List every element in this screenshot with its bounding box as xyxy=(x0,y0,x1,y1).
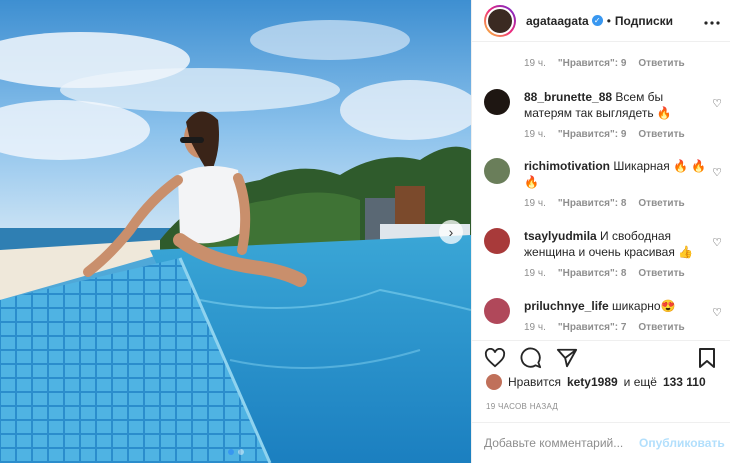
commenter-username[interactable]: priluсhnye_life xyxy=(524,299,609,313)
comment-likes-count[interactable]: "Нравится": 9 xyxy=(558,58,627,69)
comment-item: 88_brunette_88 Всем бы матерям так выгля… xyxy=(484,89,730,140)
author-avatar[interactable] xyxy=(484,4,516,37)
commenter-username[interactable]: richimotivation xyxy=(524,159,610,173)
comment-text: Шикарная xyxy=(613,159,670,173)
comment-likes-count[interactable]: "Нравится": 8 xyxy=(558,268,627,279)
commenter-avatar[interactable] xyxy=(484,89,510,115)
comment-time: 19 ч. xyxy=(524,322,546,333)
bookmark-icon[interactable] xyxy=(696,347,718,369)
commenter-avatar[interactable] xyxy=(484,298,510,324)
thumbs-up-emoji: 👍 xyxy=(678,245,694,259)
fire-emoji: 🔥 xyxy=(656,106,672,120)
comment-body: richimotivation Шикарная 🔥 🔥 🔥 xyxy=(524,158,712,190)
comments-list[interactable]: 19 ч. "Нравится": 9 Ответить 88_brunette… xyxy=(472,42,730,340)
commenter-username[interactable]: 88_brunette_88 xyxy=(524,90,612,104)
comment-likes-count[interactable]: "Нравится": 9 xyxy=(558,129,627,140)
carousel-dot-active xyxy=(227,449,234,455)
reply-button[interactable]: Ответить xyxy=(638,58,684,69)
comment-time: 19 ч. xyxy=(524,268,546,279)
reply-button[interactable]: Ответить xyxy=(638,322,684,333)
likes-count[interactable]: 133 110 xyxy=(663,375,706,389)
comment-meta: 19 ч. "Нравится": 9 Ответить xyxy=(524,129,730,140)
comment-meta: 19 ч. "Нравится": 8 Ответить xyxy=(524,198,730,209)
next-slide-arrow-icon[interactable]: › xyxy=(439,220,463,244)
post-header: agataagata ✓ • Подписки xyxy=(472,0,730,42)
likes-summary: Нравится kety1989 и ещё 133 110 xyxy=(486,374,706,390)
verified-badge-icon: ✓ xyxy=(591,15,603,26)
add-comment-bar: Опубликовать xyxy=(472,422,730,463)
publish-button[interactable]: Опубликовать xyxy=(639,436,725,450)
like-comment-heart-icon[interactable]: ♡ xyxy=(712,166,722,179)
share-send-icon[interactable] xyxy=(556,347,578,369)
post-actions xyxy=(472,340,730,374)
comment-body: priluсhnye_life шикарно😍 xyxy=(524,298,712,314)
liker-username[interactable]: kety1989 xyxy=(567,375,618,389)
post-timestamp[interactable]: 19 ЧАСОВ НАЗАД xyxy=(486,402,558,411)
comment-likes-count[interactable]: "Нравится": 7 xyxy=(558,322,627,333)
like-comment-heart-icon[interactable]: ♡ xyxy=(712,306,722,319)
comment-item: tsaylyudmila И свободная женщина и очень… xyxy=(484,228,730,279)
heart-eyes-emoji: 😍 xyxy=(660,299,676,313)
comment-item: priluсhnye_life шикарно😍 19 ч. "Нравится… xyxy=(484,298,730,333)
comment-text: шикарно xyxy=(612,299,661,313)
commenter-username[interactable]: tsaylyudmila xyxy=(524,229,597,243)
comment-input[interactable] xyxy=(484,436,639,450)
comment-time: 19 ч. xyxy=(524,58,546,69)
post-photo[interactable]: › xyxy=(0,0,471,463)
comment-time: 19 ч. xyxy=(524,129,546,140)
pool-photo-image xyxy=(0,0,471,463)
comment-bubble-icon[interactable] xyxy=(520,347,542,369)
liker-avatar[interactable] xyxy=(486,374,502,390)
comment-meta: 19 ч. "Нравится": 9 Ответить xyxy=(524,58,685,69)
like-comment-heart-icon[interactable]: ♡ xyxy=(712,236,722,249)
header-separator: • xyxy=(606,13,611,28)
comment-body: tsaylyudmila И свободная женщина и очень… xyxy=(524,228,712,260)
like-comment-heart-icon[interactable]: ♡ xyxy=(712,97,722,110)
reply-button[interactable]: Ответить xyxy=(638,198,684,209)
comment-likes-count[interactable]: "Нравится": 8 xyxy=(558,198,627,209)
carousel-dots xyxy=(227,449,244,455)
comment-meta: 19 ч. "Нравится": 7 Ответить xyxy=(524,322,730,333)
following-button[interactable]: Подписки xyxy=(615,14,673,28)
reply-button[interactable]: Ответить xyxy=(638,268,684,279)
likes-prefix: Нравится xyxy=(508,375,561,389)
comment-body: 88_brunette_88 Всем бы матерям так выгля… xyxy=(524,89,712,121)
carousel-dot xyxy=(237,449,244,455)
likes-middle: и ещё xyxy=(623,375,657,389)
comment-item: richimotivation Шикарная 🔥 🔥 🔥 19 ч. "Нр… xyxy=(484,158,730,209)
like-heart-icon[interactable] xyxy=(484,347,506,369)
commenter-avatar[interactable] xyxy=(484,228,510,254)
author-username[interactable]: agataagata xyxy=(526,14,589,28)
more-options-icon[interactable] xyxy=(704,12,720,30)
commenter-avatar[interactable] xyxy=(484,158,510,184)
comment-time: 19 ч. xyxy=(524,198,546,209)
reply-button[interactable]: Ответить xyxy=(638,129,684,140)
post-side-panel: agataagata ✓ • Подписки 19 ч. "Нравится"… xyxy=(471,0,730,463)
comment-meta: 19 ч. "Нравится": 8 Ответить xyxy=(524,268,730,279)
